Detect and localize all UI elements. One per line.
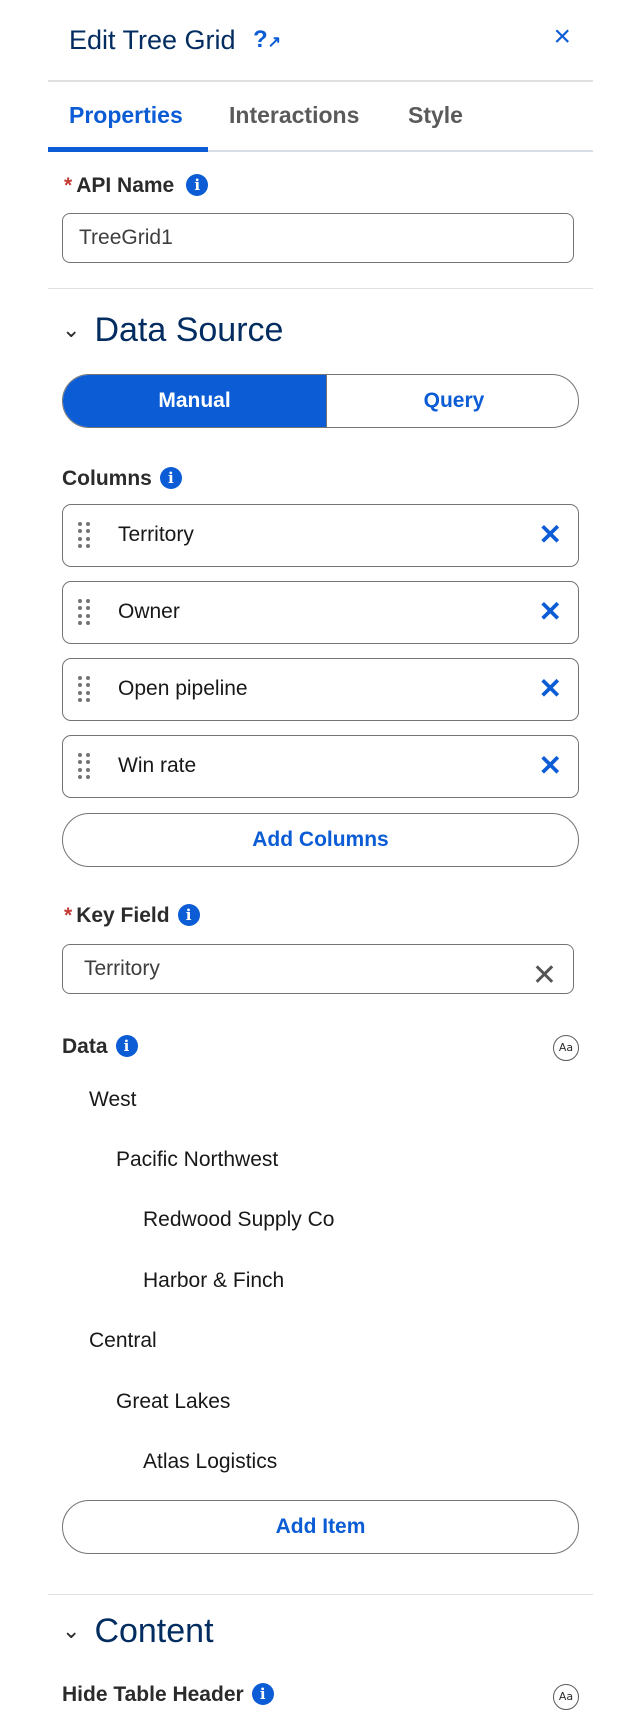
- data-label: Data i: [62, 1035, 138, 1059]
- column-item: Territory ✕: [62, 504, 579, 567]
- tree-item[interactable]: Pacific Northwest: [116, 1148, 278, 1172]
- required-marker: *: [64, 174, 73, 197]
- drag-handle-icon[interactable]: [78, 522, 90, 548]
- active-tab-indicator: [48, 147, 208, 152]
- info-icon[interactable]: i: [177, 904, 200, 926]
- api-name-label: * API Name i: [64, 174, 209, 198]
- drag-handle-icon[interactable]: [78, 753, 90, 779]
- tree-item[interactable]: Central: [89, 1329, 157, 1353]
- manual-option[interactable]: Manual: [63, 375, 326, 427]
- key-field-label: * Key Field i: [64, 904, 200, 928]
- text-format-icon[interactable]: Aa: [553, 1684, 579, 1710]
- info-icon[interactable]: i: [115, 1035, 138, 1057]
- tree-item[interactable]: Great Lakes: [116, 1390, 230, 1414]
- column-label: Territory: [118, 523, 194, 546]
- info-icon[interactable]: i: [186, 174, 209, 196]
- chevron-down-icon: ⌄: [62, 317, 81, 342]
- drag-handle-icon[interactable]: [78, 676, 90, 702]
- column-item: Owner ✕: [62, 581, 579, 644]
- column-label: Owner: [118, 600, 180, 623]
- tab-properties[interactable]: Properties: [69, 102, 183, 129]
- key-field-input[interactable]: Territory ✕: [62, 944, 574, 994]
- help-icon[interactable]: ?↗: [253, 26, 281, 54]
- remove-column-icon[interactable]: ✕: [539, 518, 562, 551]
- tab-bar: Properties Interactions Style: [48, 80, 593, 152]
- tree-item[interactable]: Atlas Logistics: [143, 1450, 277, 1474]
- remove-column-icon[interactable]: ✕: [539, 672, 562, 705]
- column-label: Open pipeline: [118, 677, 248, 700]
- remove-column-icon[interactable]: ✕: [539, 749, 562, 782]
- tree-item[interactable]: Redwood Supply Co: [143, 1208, 334, 1232]
- add-item-button[interactable]: Add Item: [62, 1500, 579, 1554]
- edit-panel: Edit Tree Grid ?↗ × Properties Interacti…: [48, 0, 593, 1710]
- content-section-header[interactable]: ⌄ Content: [62, 1612, 214, 1651]
- close-icon[interactable]: ×: [553, 22, 571, 52]
- info-icon[interactable]: i: [159, 467, 182, 489]
- tree-item[interactable]: Harbor & Finch: [143, 1269, 284, 1293]
- tree-item[interactable]: West: [89, 1088, 136, 1112]
- section-divider: [48, 288, 593, 289]
- column-label: Win rate: [118, 754, 197, 777]
- tab-style[interactable]: Style: [408, 102, 463, 129]
- chevron-down-icon: ⌄: [62, 1618, 81, 1643]
- query-option[interactable]: Query: [326, 375, 578, 427]
- section-divider: [48, 1594, 593, 1595]
- data-source-section-header[interactable]: ⌄ Data Source: [62, 311, 283, 350]
- column-item: Open pipeline ✕: [62, 658, 579, 721]
- panel-header: Edit Tree Grid ?↗ ×: [48, 0, 593, 82]
- data-source-toggle: Manual Query: [62, 374, 579, 428]
- remove-column-icon[interactable]: ✕: [539, 595, 562, 628]
- panel-title: Edit Tree Grid: [69, 25, 236, 55]
- tab-interactions[interactable]: Interactions: [229, 102, 359, 129]
- column-item: Win rate ✕: [62, 735, 579, 798]
- columns-label: Columns i: [62, 467, 182, 491]
- text-format-icon[interactable]: Aa: [553, 1035, 579, 1061]
- clear-icon[interactable]: ✕: [532, 952, 557, 999]
- required-marker: *: [64, 904, 73, 927]
- hide-table-header-label: Hide Table Header i: [62, 1683, 274, 1707]
- add-columns-button[interactable]: Add Columns: [62, 813, 579, 867]
- api-name-input[interactable]: TreeGrid1: [62, 213, 574, 263]
- drag-handle-icon[interactable]: [78, 599, 90, 625]
